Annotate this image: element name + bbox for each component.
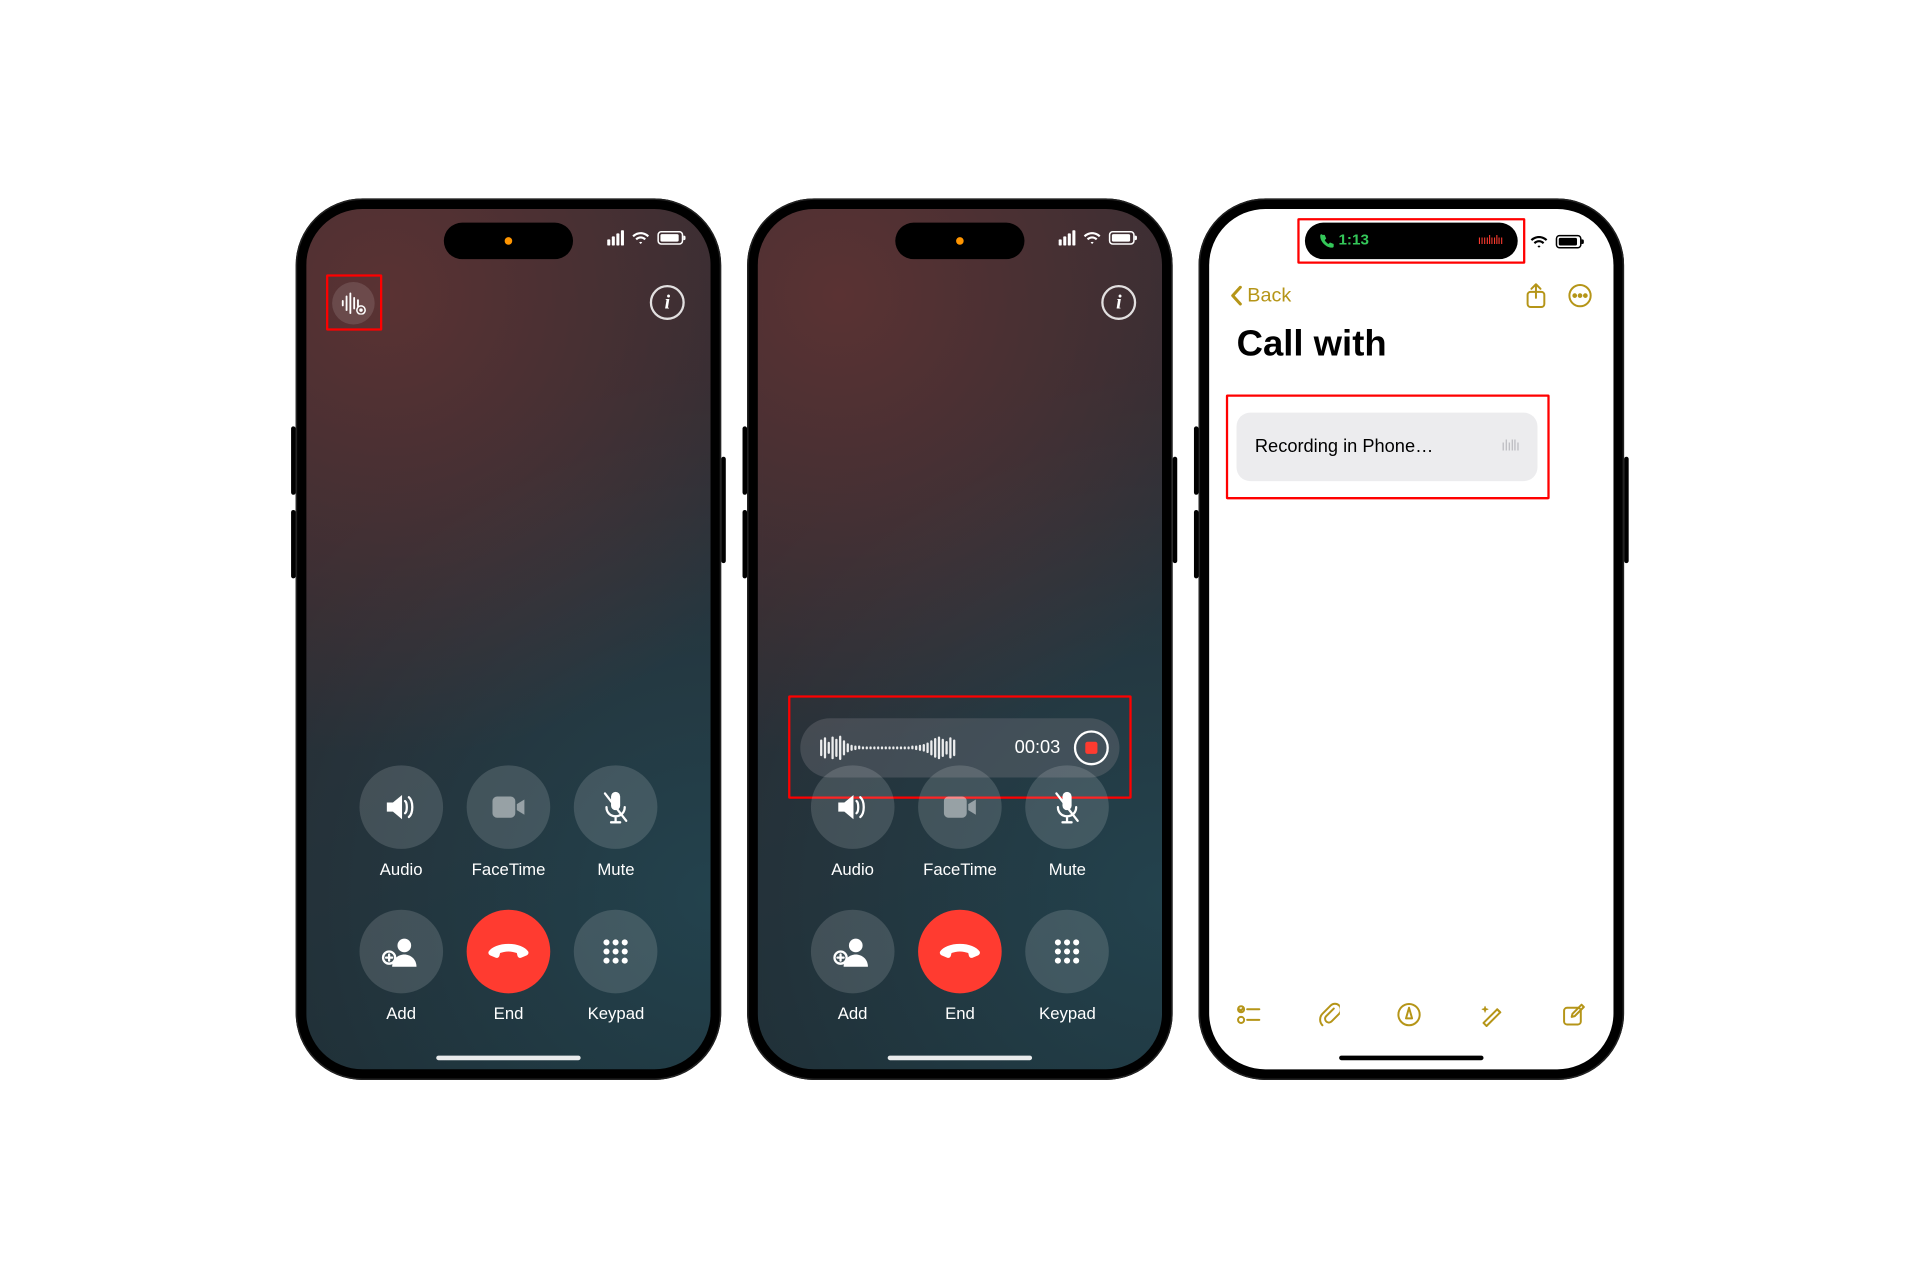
call-info-button[interactable]: i (1101, 285, 1136, 320)
keypad-label: Keypad (588, 1004, 645, 1024)
audio-button[interactable]: Audio (359, 765, 443, 879)
add-label: Add (386, 1004, 416, 1024)
facetime-icon (490, 793, 528, 820)
status-bar (1059, 230, 1135, 245)
call-screen-recording: i 00:03 Audio FaceTime (758, 209, 1162, 1069)
end-call-button[interactable]: End (918, 910, 1002, 1024)
audio-label: Audio (831, 859, 874, 879)
call-controls: Audio FaceTime Mute Add End (306, 765, 710, 1023)
keypad-button[interactable]: Keypad (1026, 910, 1110, 1024)
share-icon[interactable] (1525, 283, 1546, 309)
mute-label: Mute (597, 859, 634, 879)
mute-icon (1052, 789, 1082, 825)
note-title: Call with (1237, 323, 1387, 365)
notes-toolbar (1209, 990, 1613, 1039)
keypad-label: Keypad (1039, 1004, 1096, 1024)
notes-navbar: Back (1209, 271, 1613, 320)
keypad-icon (1052, 936, 1082, 966)
facetime-label: FaceTime (923, 859, 997, 879)
phone-icon (1320, 234, 1334, 248)
waveform-icon (820, 735, 1001, 761)
wifi-icon (632, 231, 650, 245)
home-indicator[interactable] (436, 1055, 580, 1060)
status-bar (607, 230, 683, 245)
chevron-left-icon (1231, 286, 1243, 306)
add-call-button[interactable]: Add (811, 910, 895, 1024)
end-call-button[interactable]: End (467, 910, 551, 1024)
phone-frame-3: 1:13 ıııılıılıı Back Call with (1199, 198, 1625, 1080)
phone-frame-1: i Audio FaceTime Mute A (296, 198, 722, 1080)
markup-icon[interactable] (1397, 1002, 1421, 1026)
add-person-icon (381, 935, 421, 968)
call-controls: Audio FaceTime Mute Add End (758, 765, 1162, 1023)
add-call-button[interactable]: Add (359, 910, 443, 1024)
compose-icon[interactable] (1562, 1002, 1586, 1026)
island-call-status: 1:13 (1320, 232, 1369, 249)
notes-screen: 1:13 ıııılıılıı Back Call with (1209, 209, 1613, 1069)
facetime-button[interactable]: FaceTime (918, 765, 1002, 879)
battery-icon (1556, 235, 1582, 249)
dynamic-island (444, 223, 573, 259)
wifi-icon (1530, 235, 1548, 249)
speaker-icon (834, 790, 872, 823)
dynamic-island-active-call[interactable]: 1:13 ıııılıılıı (1305, 223, 1518, 259)
mute-icon (601, 789, 631, 825)
mute-button[interactable]: Mute (574, 765, 658, 879)
effects-icon[interactable] (1479, 1002, 1505, 1028)
facetime-label: FaceTime (472, 859, 546, 879)
call-info-button[interactable]: i (650, 285, 685, 320)
camera-dot-icon (956, 237, 964, 245)
end-call-icon (939, 942, 982, 960)
island-recording-wave-icon: ıııılıılıı (1478, 234, 1503, 248)
battery-icon (1109, 231, 1135, 245)
attachment-label: Recording in Phone… (1255, 436, 1489, 457)
back-button[interactable]: Back (1231, 284, 1292, 308)
dynamic-island (895, 223, 1024, 259)
cellular-icon (607, 230, 624, 245)
add-label: Add (838, 1004, 868, 1024)
more-icon[interactable] (1568, 283, 1592, 307)
home-indicator[interactable] (1339, 1055, 1483, 1060)
recording-attachment[interactable]: Recording in Phone… ılıllı (1237, 413, 1538, 481)
stop-icon (1085, 742, 1097, 754)
audio-button[interactable]: Audio (811, 765, 895, 879)
camera-dot-icon (505, 237, 513, 245)
home-indicator[interactable] (888, 1055, 1032, 1060)
battery-icon (658, 231, 684, 245)
call-screen: i Audio FaceTime Mute A (306, 209, 710, 1069)
end-label: End (494, 1004, 524, 1024)
end-label: End (945, 1004, 975, 1024)
wifi-icon (1083, 231, 1101, 245)
phone-frame-2: i 00:03 Audio FaceTime (747, 198, 1173, 1080)
waveform-mini-icon: ılıllı (1501, 438, 1519, 455)
island-time-value: 1:13 (1338, 232, 1368, 249)
mute-button[interactable]: Mute (1026, 765, 1110, 879)
keypad-button[interactable]: Keypad (574, 910, 658, 1024)
facetime-icon (941, 793, 979, 820)
end-call-icon (487, 942, 530, 960)
add-person-icon (833, 935, 873, 968)
attachment-icon[interactable] (1318, 1002, 1339, 1026)
keypad-icon (601, 936, 631, 966)
recording-timer: 00:03 (1015, 737, 1061, 758)
waveform-record-icon (341, 292, 367, 315)
checklist-icon[interactable] (1237, 1003, 1261, 1026)
back-label: Back (1247, 284, 1291, 308)
audio-label: Audio (380, 859, 423, 879)
speaker-icon (382, 790, 420, 823)
stop-recording-button[interactable] (1074, 730, 1109, 765)
mute-label: Mute (1049, 859, 1086, 879)
cellular-icon (1059, 230, 1076, 245)
facetime-button[interactable]: FaceTime (467, 765, 551, 879)
start-recording-button[interactable] (332, 282, 375, 325)
status-bar (1530, 235, 1582, 249)
